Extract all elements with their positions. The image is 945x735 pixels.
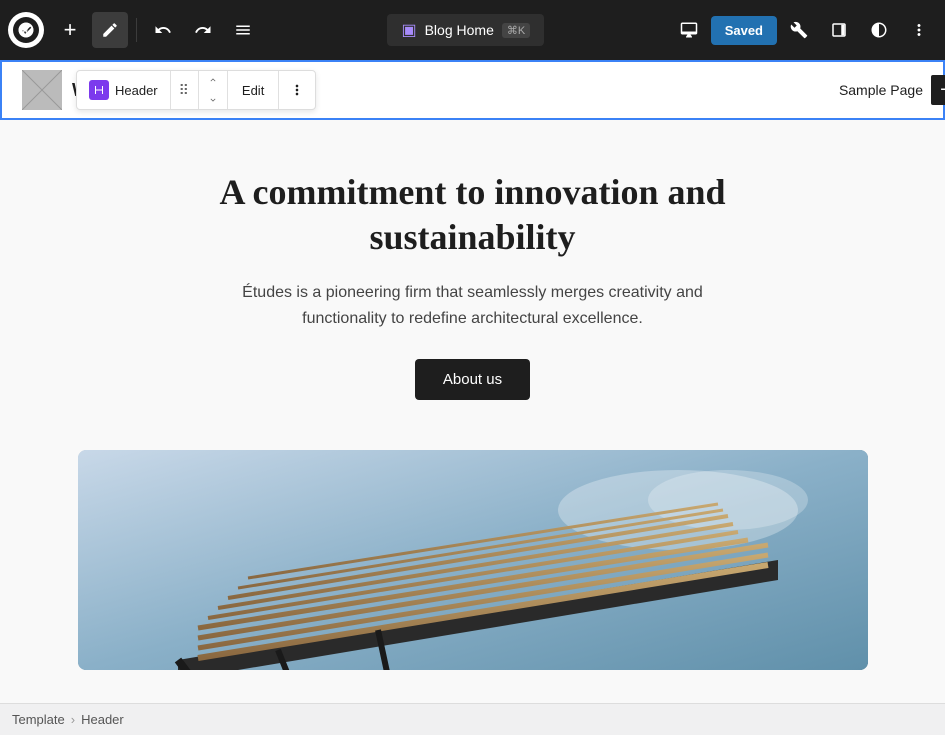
- move-down-button[interactable]: [199, 90, 227, 110]
- saved-label: Saved: [725, 23, 763, 38]
- site-canvas: WPZOOM Sample Page + Header: [0, 60, 945, 703]
- block-toolbar: Header ⠿: [76, 70, 316, 110]
- document-overview-button[interactable]: [225, 12, 261, 48]
- top-toolbar: W + ▣ Blog Home ⌘K: [0, 0, 945, 60]
- block-move-buttons: [199, 70, 228, 110]
- toolbar-right: Saved: [671, 12, 937, 48]
- redo-icon: [194, 21, 212, 39]
- divider-1: [136, 18, 137, 42]
- block-name-label: Header: [115, 83, 158, 98]
- plus-icon: +: [940, 80, 945, 100]
- hero-title: A commitment to innovation and sustainab…: [173, 170, 773, 260]
- wrench-icon: [790, 21, 808, 39]
- block-type-indicator[interactable]: Header: [77, 70, 171, 110]
- building-svg: [78, 450, 868, 670]
- edit-button[interactable]: Edit: [228, 70, 279, 110]
- list-icon: [234, 21, 252, 39]
- block-more-icon: [289, 82, 305, 98]
- drag-dots-icon: ⠿: [179, 82, 190, 99]
- sidebar-toggle-button[interactable]: [821, 12, 857, 48]
- add-icon: +: [64, 17, 77, 43]
- chevron-up-icon: [208, 75, 218, 85]
- add-block-button[interactable]: +: [52, 12, 88, 48]
- preview-shortcut: ⌘K: [502, 23, 530, 38]
- breadcrumb-bar: Template › Header: [0, 703, 945, 735]
- building-bg: [78, 450, 868, 670]
- header-icon-svg: [93, 84, 105, 96]
- preview-label: Blog Home: [425, 22, 494, 38]
- wp-logo[interactable]: W: [8, 12, 44, 48]
- redo-button[interactable]: [185, 12, 221, 48]
- header-block-icon: [89, 80, 109, 100]
- contrast-button[interactable]: [861, 12, 897, 48]
- canvas-wrapper: WPZOOM Sample Page + Header: [0, 60, 945, 703]
- about-us-button[interactable]: About us: [415, 359, 530, 400]
- desktop-view-button[interactable]: [671, 12, 707, 48]
- breadcrumb-separator: ›: [71, 712, 75, 727]
- hero-section: A commitment to innovation and sustainab…: [0, 120, 945, 430]
- svg-text:W: W: [22, 28, 28, 34]
- building-image: [78, 450, 868, 670]
- preview-selector[interactable]: ▣ Blog Home ⌘K: [387, 14, 544, 46]
- site-nav-link[interactable]: Sample Page: [839, 82, 923, 98]
- toolbar-center: ▣ Blog Home ⌘K: [265, 14, 667, 46]
- breadcrumb-template[interactable]: Template: [12, 712, 65, 727]
- pencil-icon: [101, 21, 119, 39]
- drag-handle[interactable]: ⠿: [171, 70, 199, 110]
- edit-mode-button[interactable]: [92, 12, 128, 48]
- header-block-container: WPZOOM Sample Page + Header: [0, 60, 945, 120]
- edit-label: Edit: [242, 83, 264, 98]
- undo-icon: [154, 21, 172, 39]
- tools-button[interactable]: [781, 12, 817, 48]
- preview-icon: ▣: [401, 20, 416, 40]
- contrast-icon: [870, 21, 888, 39]
- site-logo: [22, 70, 62, 110]
- add-block-edge-button[interactable]: +: [931, 75, 945, 105]
- undo-button[interactable]: [145, 12, 181, 48]
- more-icon: [910, 21, 928, 39]
- sidebar-icon: [830, 21, 848, 39]
- wp-logo-icon: W: [17, 21, 35, 39]
- hero-subtitle: Études is a pioneering firm that seamles…: [223, 280, 723, 331]
- move-up-button[interactable]: [199, 70, 227, 90]
- chevron-down-icon: [208, 95, 218, 105]
- saved-button[interactable]: Saved: [711, 16, 777, 45]
- breadcrumb-header[interactable]: Header: [81, 712, 124, 727]
- desktop-icon: [680, 21, 698, 39]
- more-options-button[interactable]: [901, 12, 937, 48]
- block-more-button[interactable]: [279, 70, 315, 110]
- building-image-container: [0, 450, 945, 670]
